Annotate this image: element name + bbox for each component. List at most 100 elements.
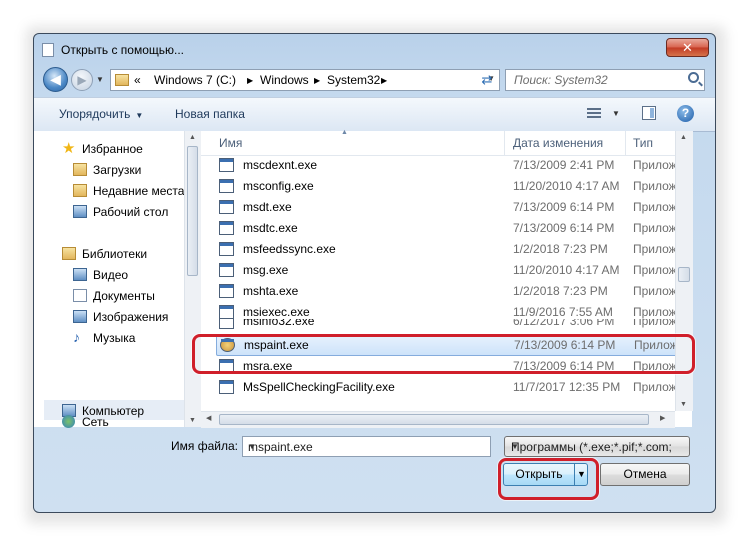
file-name: msg.exe — [243, 263, 289, 277]
file-name: msiexec.exe — [243, 305, 310, 319]
table-row[interactable]: msg.exe11/20/2010 4:17 AMПриложение — [201, 260, 692, 281]
back-button[interactable]: ◀ — [43, 67, 68, 92]
file-rows: mscdexnt.exe7/13/2009 2:41 PMПриложение … — [201, 155, 692, 427]
table-row[interactable]: mshta.exe1/2/2018 7:23 PMПриложение — [201, 281, 692, 302]
command-bar: Упорядочить ▼ Новая папка ▼ ? — [34, 97, 715, 132]
view-dropdown-icon[interactable]: ▼ — [612, 109, 620, 118]
sidebar-item-favorites[interactable]: ★ Избранное — [62, 141, 143, 156]
sidebar-item-libraries[interactable]: Библиотеки — [62, 247, 148, 261]
file-date: 7/13/2009 6:14 PM — [513, 221, 615, 235]
new-folder-button[interactable]: Новая папка — [175, 107, 245, 121]
sidebar-label: Сеть — [82, 415, 109, 429]
chevron-down-icon: ▼ — [135, 111, 144, 120]
scroll-up-icon[interactable]: ▲ — [680, 134, 687, 141]
sort-ascending-icon: ▲ — [341, 129, 348, 136]
exe-file-icon — [219, 179, 234, 193]
table-row[interactable]: msdtc.exe7/13/2009 6:14 PMПриложение — [201, 218, 692, 239]
breadcrumb-drive[interactable]: Windows 7 (C:) — [154, 73, 236, 87]
table-row[interactable]: mscdexnt.exe7/13/2009 2:41 PMПриложение — [201, 155, 692, 176]
recent-pages-chevron-icon[interactable]: ▼ — [96, 75, 104, 84]
horizontal-scroll-thumb[interactable] — [219, 414, 649, 425]
column-divider[interactable] — [504, 131, 505, 155]
scroll-down-icon[interactable]: ▼ — [680, 401, 687, 408]
file-date: 1/2/2018 7:23 PM — [513, 284, 608, 298]
view-list-icon[interactable] — [587, 108, 601, 120]
sidebar-item-pictures[interactable]: Изображения — [73, 310, 169, 324]
breadcrumb-separator-icon[interactable]: ▶ — [314, 76, 320, 85]
chevron-down-icon[interactable]: ▼ — [248, 442, 485, 451]
file-list-scroll-thumb[interactable] — [678, 267, 690, 282]
sidebar-scrollbar[interactable]: ▲ ▼ — [184, 131, 201, 427]
table-row[interactable]: MsSpellCheckingFacility.exe 11/7/2017 12:… — [201, 377, 692, 398]
column-header: ▲ Имя Дата изменения Тип — [201, 129, 692, 156]
sidebar-item-videos[interactable]: Видео — [73, 268, 128, 282]
breadcrumb-windows[interactable]: Windows — [260, 73, 309, 87]
highlight-mspaint-row — [192, 334, 695, 374]
sidebar-item-music[interactable]: ♪ Музыка — [73, 330, 135, 345]
address-bar[interactable]: « Windows 7 (C:) ▶ Windows ▶ System32 ▶ … — [110, 69, 500, 91]
downloads-folder-icon — [73, 163, 87, 176]
scroll-left-icon[interactable]: ◀ — [206, 414, 211, 422]
sidebar-label: Библиотеки — [82, 247, 148, 261]
table-row[interactable]: msfeedssync.exe1/2/2018 7:23 PMПриложени… — [201, 239, 692, 260]
breadcrumb-system32[interactable]: System32 — [327, 73, 380, 87]
libraries-icon — [62, 247, 76, 260]
search-placeholder[interactable]: Поиск: System32 — [514, 73, 608, 87]
network-globe-icon — [62, 415, 75, 428]
file-name: mscdexnt.exe — [243, 158, 318, 172]
sidebar-item-documents[interactable]: Документы — [73, 289, 155, 303]
file-date: 11/20/2010 4:17 AM — [513, 263, 620, 277]
sidebar-item-desktop[interactable]: Рабочий стол — [73, 205, 169, 219]
star-icon: ★ — [62, 140, 76, 157]
close-button[interactable]: ✕ — [666, 38, 709, 57]
search-field[interactable]: Поиск: System32 — [505, 69, 705, 91]
table-row[interactable]: msinfo32.exe6/12/2017 3:06 PMПриложение — [201, 319, 692, 333]
sidebar-label: Рабочий стол — [93, 205, 169, 219]
table-row[interactable]: msconfig.exe11/20/2010 4:17 AMПриложение — [201, 176, 692, 197]
scroll-right-icon[interactable]: ▶ — [660, 414, 665, 422]
scroll-down-icon[interactable]: ▼ — [189, 417, 196, 424]
organize-menu[interactable]: Упорядочить ▼ — [59, 107, 143, 121]
file-name: msfeedssync.exe — [243, 242, 336, 256]
file-date: 11/7/2017 12:35 PM — [513, 380, 621, 394]
exe-file-icon — [219, 242, 234, 256]
search-icon — [688, 72, 699, 83]
dialog-footer: Имя файла: mspaint.exe ▼ Программы (*.ex… — [34, 428, 715, 512]
sidebar-item-downloads[interactable]: Загрузки — [73, 163, 141, 177]
organize-label: Упорядочить — [59, 107, 131, 121]
column-type[interactable]: Тип — [633, 136, 653, 150]
chevron-down-icon[interactable]: ▼ — [511, 442, 684, 451]
navigation-bar: ◀ ▶ ▼ « Windows 7 (C:) ▶ Windows ▶ Syste… — [34, 63, 715, 95]
refresh-icon[interactable]: ⇄ — [476, 69, 498, 91]
preview-pane-icon[interactable] — [642, 106, 656, 120]
column-name[interactable]: Имя — [219, 136, 242, 150]
table-row[interactable]: msdt.exe7/13/2009 6:14 PMПриложение — [201, 197, 692, 218]
sidebar-scroll-thumb[interactable] — [187, 146, 198, 276]
sidebar-item-recent[interactable]: Недавние места — [73, 184, 184, 198]
breadcrumb-overflow[interactable]: « — [134, 73, 141, 87]
title-bar[interactable]: Открыть с помощью... ✕ — [34, 34, 715, 64]
scroll-up-icon[interactable]: ▲ — [189, 134, 196, 141]
file-date: 6/12/2017 3:06 PM — [513, 319, 615, 328]
breadcrumb-separator-icon[interactable]: ▶ — [381, 76, 387, 85]
highlight-open-button — [498, 458, 599, 500]
desktop-icon — [73, 205, 87, 218]
file-type-filter[interactable]: Программы (*.exe;*.pif;*.com; ▼ — [504, 436, 690, 457]
documents-icon — [73, 289, 87, 302]
help-icon[interactable]: ? — [677, 105, 694, 122]
file-date: 7/13/2009 6:14 PM — [513, 200, 615, 214]
open-with-dialog: Открыть с помощью... ✕ ◀ ▶ ▼ « Windows 7… — [33, 33, 716, 513]
breadcrumb-separator-icon[interactable]: ▶ — [247, 76, 253, 85]
file-date: 11/20/2010 4:17 AM — [513, 179, 620, 193]
forward-button[interactable]: ▶ — [71, 69, 93, 91]
exe-file-icon — [219, 263, 234, 277]
file-list-horizontal-scrollbar[interactable]: ◀ ▶ — [201, 411, 675, 428]
sidebar-label: Изображения — [93, 310, 169, 324]
sidebar-item-network[interactable]: Сеть — [62, 415, 109, 429]
column-divider[interactable] — [625, 131, 626, 155]
filename-label: Имя файла: — [171, 439, 238, 453]
filename-input[interactable]: mspaint.exe ▼ — [242, 436, 491, 457]
exe-file-icon — [219, 158, 234, 172]
column-date-modified[interactable]: Дата изменения — [513, 136, 603, 150]
cancel-button[interactable]: Отмена — [600, 463, 690, 486]
